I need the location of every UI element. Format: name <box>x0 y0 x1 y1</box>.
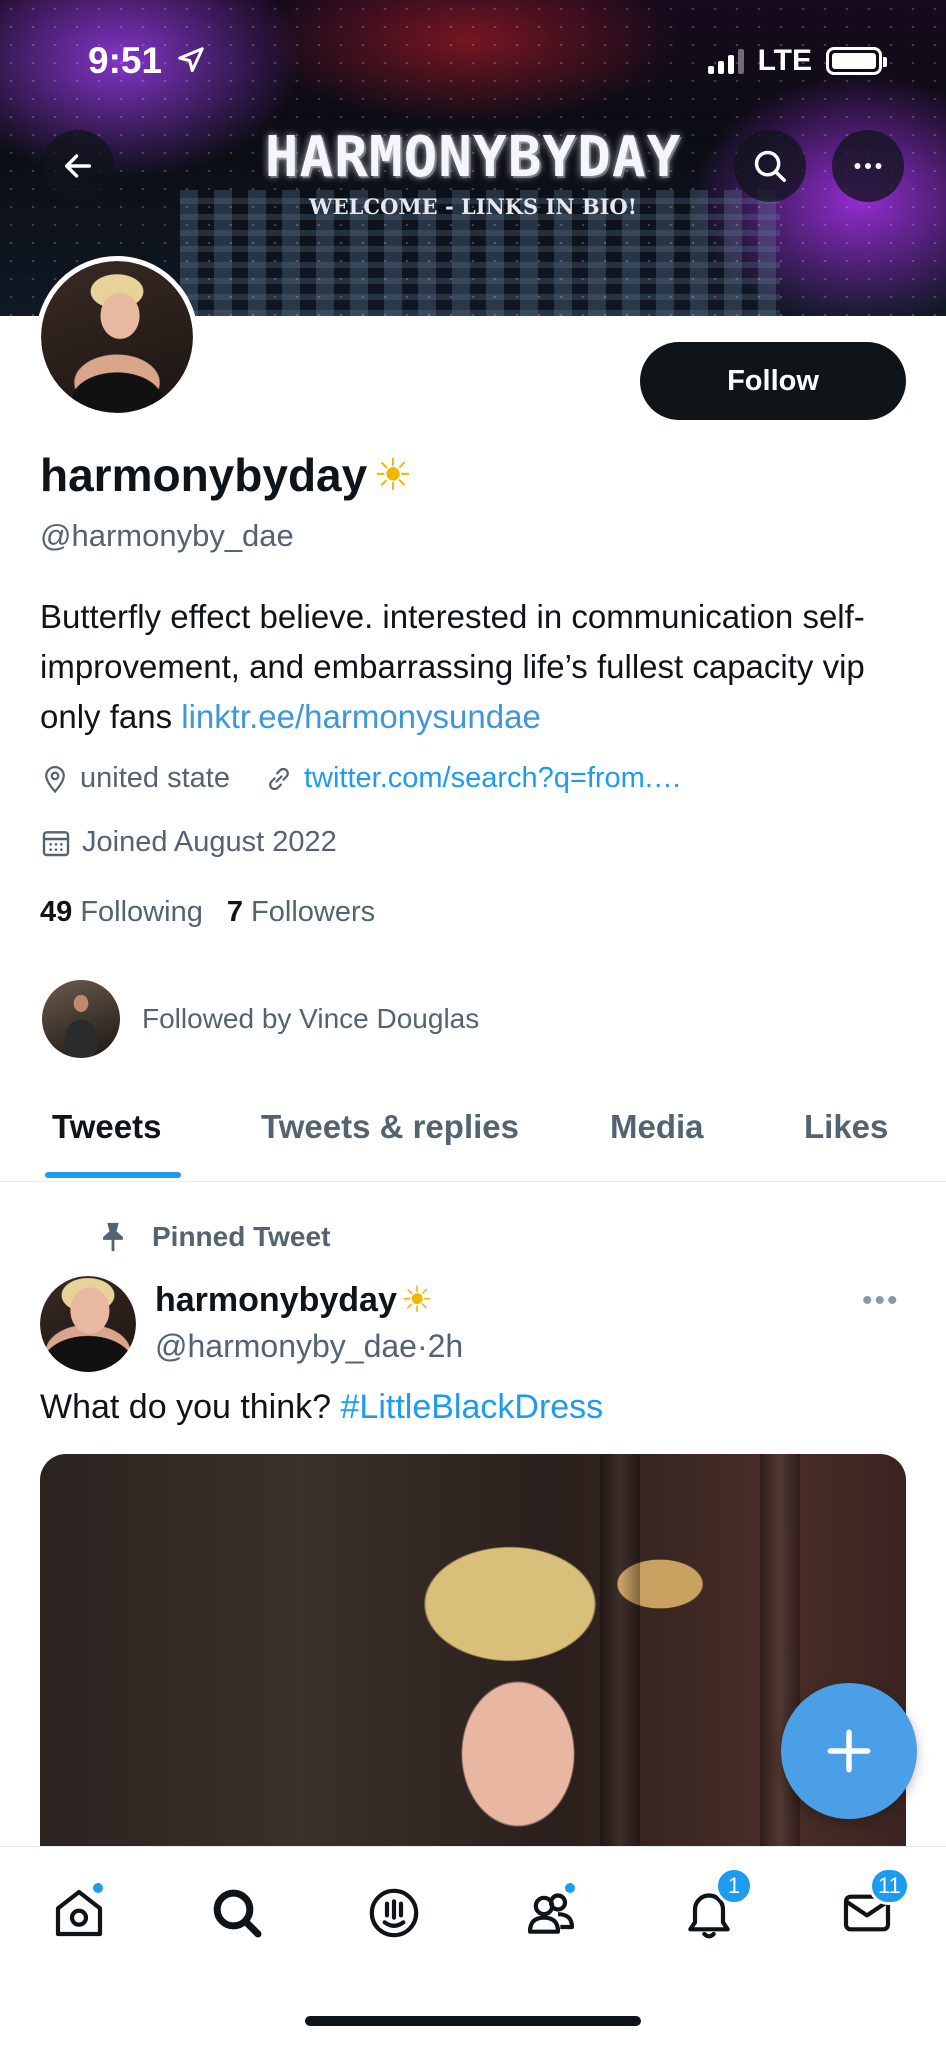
location-arrow-icon <box>178 47 205 73</box>
follow-counts: 49 Following 7 Followers <box>40 896 375 929</box>
display-name-text: harmonybyday <box>40 449 368 501</box>
plus-icon <box>827 1729 871 1773</box>
tab-likes[interactable]: Likes <box>804 1108 888 1146</box>
calendar-icon <box>42 830 70 856</box>
search-icon <box>213 1889 262 1938</box>
tweet-body: What do you think? <box>40 1388 341 1426</box>
location-pin-icon <box>45 765 65 793</box>
tweet-more-button[interactable]: ••• <box>862 1284 900 1318</box>
tweet-hashtag[interactable]: #LittleBlackDress <box>341 1388 604 1426</box>
home-new-dot <box>91 1881 105 1895</box>
profile-handle: @harmonyby_dae <box>40 518 294 553</box>
following-count-link[interactable]: 49 Following <box>40 896 203 929</box>
nav-communities[interactable] <box>519 1881 583 1945</box>
nav-messages[interactable]: 11 <box>835 1867 910 1945</box>
followers-count: 7 <box>226 896 243 928</box>
communities-new-dot <box>563 1881 577 1895</box>
status-indicators: LTE <box>707 44 887 78</box>
signal-icon <box>707 48 744 74</box>
tab-tweets-replies[interactable]: Tweets & replies <box>261 1108 519 1146</box>
curtain-fold <box>760 1454 800 1874</box>
followers-count-link[interactable]: 7 Followers <box>227 896 375 929</box>
tweet-author-avatar-photo <box>40 1276 136 1372</box>
profile-joined: Joined August 2022 <box>40 826 337 859</box>
location-text: united state <box>80 762 230 794</box>
status-time: 9:51 <box>88 40 206 82</box>
compose-tweet-button[interactable] <box>781 1683 917 1819</box>
followers-label: Followers <box>251 896 376 928</box>
following-count: 49 <box>40 896 73 928</box>
tweet-text: What do you think? #LittleBlackDress <box>40 1388 603 1427</box>
banner-subtitle: WELCOME - LINKS IN BIO! <box>309 194 637 219</box>
more-dots-icon <box>854 163 882 169</box>
profile-location: united state <box>40 762 230 795</box>
tweet-media-image[interactable] <box>40 1454 906 1874</box>
tweet-author-name[interactable]: harmonybyday ☀ <box>155 1280 433 1321</box>
followed-by-row[interactable]: Followed by Vince Douglas <box>42 980 479 1058</box>
bio-link[interactable]: linktr.ee/harmonysundae <box>181 698 541 735</box>
back-button[interactable] <box>42 130 114 202</box>
sun-emoji: ☀ <box>400 1280 434 1321</box>
tweet-author-avatar[interactable] <box>40 1276 136 1372</box>
tweet-time: 2h <box>427 1328 464 1364</box>
follow-button[interactable]: Follow <box>640 342 906 420</box>
pinned-text: Pinned Tweet <box>152 1221 331 1252</box>
profile-display-name: harmonybyday ☀ <box>40 448 413 502</box>
profile-avatar[interactable] <box>36 256 198 418</box>
nav-notifications[interactable]: 1 <box>677 1867 753 1945</box>
follower-avatar <box>42 980 120 1058</box>
profile-bio: Butterfly effect believe. interested in … <box>40 592 910 742</box>
back-arrow-icon <box>64 154 92 178</box>
website-link[interactable]: twitter.com/search?q=from.… <box>304 762 682 795</box>
curtain-fold <box>600 1454 640 1874</box>
notifications-badge: 1 <box>715 1867 753 1905</box>
nav-spaces[interactable] <box>362 1881 426 1945</box>
pinned-tweet-label: Pinned Tweet <box>96 1218 330 1256</box>
active-tab-indicator <box>45 1172 181 1178</box>
tweet-handle-text: @harmonyby_dae <box>155 1328 417 1364</box>
following-label: Following <box>80 896 203 928</box>
tab-tweets[interactable]: Tweets <box>52 1108 161 1146</box>
tweet-separator: · <box>416 1328 428 1364</box>
profile-tabs: Tweets Tweets & replies Media Likes <box>0 1088 946 1182</box>
profile-avatar-photo <box>41 261 193 413</box>
more-options-button[interactable] <box>832 130 904 202</box>
spaces-icon <box>369 1888 419 1938</box>
joined-text: Joined August 2022 <box>82 826 337 858</box>
tweet-author-handle: @harmonyby_dae·2h <box>155 1328 463 1365</box>
pin-icon <box>103 1222 123 1252</box>
search-icon <box>754 150 786 182</box>
followed-by-text: Followed by Vince Douglas <box>142 1003 480 1034</box>
nav-search[interactable] <box>205 1881 269 1945</box>
home-indicator[interactable] <box>305 2016 641 2026</box>
battery-icon <box>826 47 887 75</box>
link-icon <box>269 767 289 790</box>
profile-website[interactable]: twitter.com/search?q=from.… <box>264 762 682 795</box>
nav-home[interactable] <box>47 1881 111 1945</box>
tweet-author-name-text: harmonybyday <box>155 1281 397 1319</box>
network-type: LTE <box>757 44 812 77</box>
search-button[interactable] <box>734 130 806 202</box>
tab-media[interactable]: Media <box>610 1108 704 1146</box>
messages-badge: 11 <box>869 1867 910 1905</box>
sun-emoji: ☀ <box>373 449 413 501</box>
status-time-text: 9:51 <box>88 40 163 81</box>
profile-meta: united state twitter.com/search?q=from.… <box>40 762 716 795</box>
